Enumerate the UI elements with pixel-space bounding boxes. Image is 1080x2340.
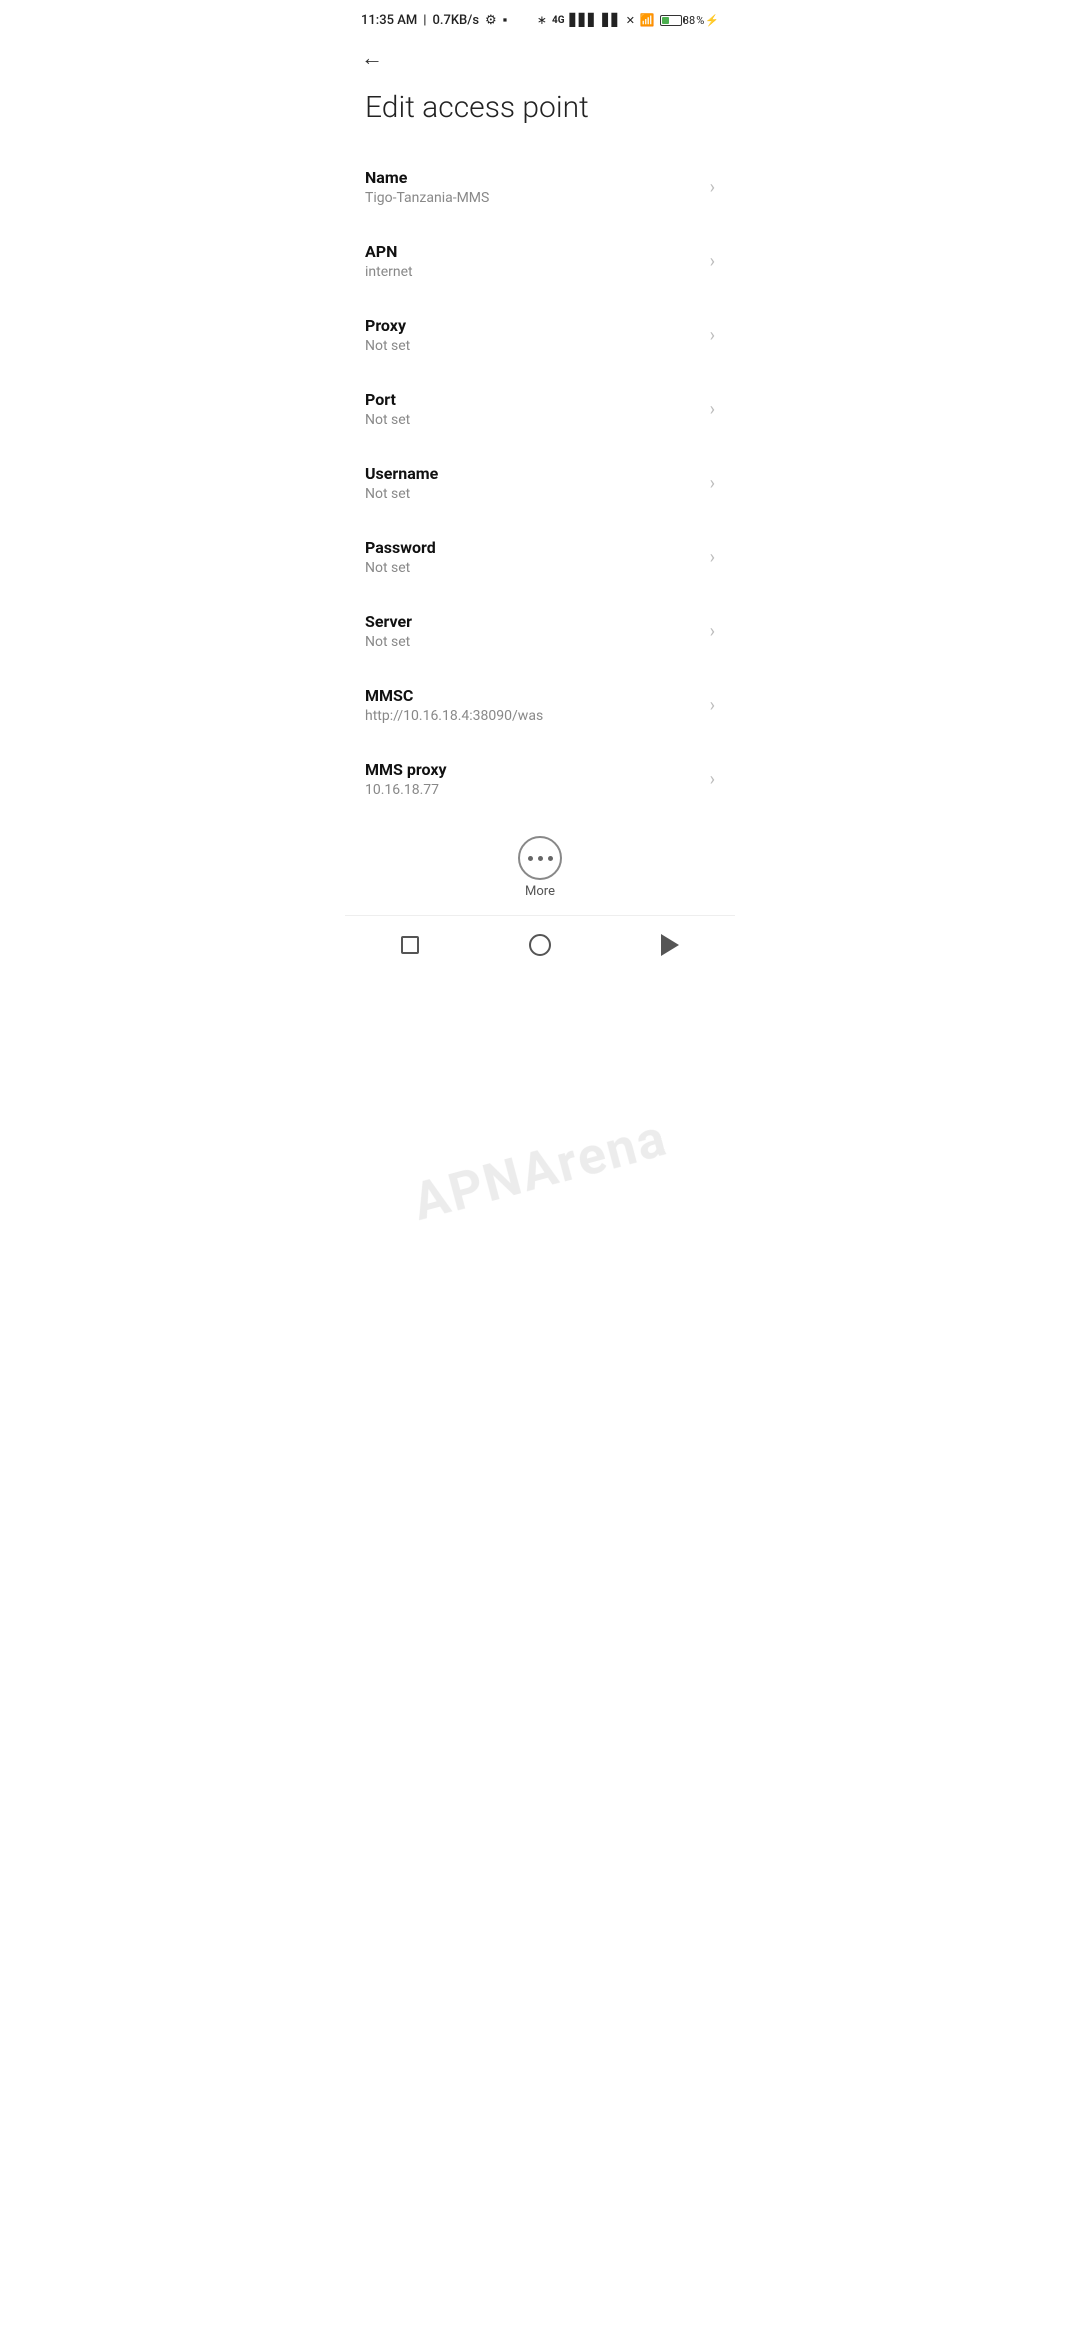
battery-status: 38 % ⚡ <box>660 14 719 27</box>
chevron-right-icon: › <box>710 547 715 568</box>
settings-list: Name Tigo-Tanzania-MMS › APN internet › … <box>345 150 735 816</box>
nav-home-button[interactable] <box>515 930 565 960</box>
back-button[interactable]: ← <box>361 48 383 70</box>
top-nav: ← <box>345 36 735 78</box>
back-arrow-icon: ← <box>361 48 383 70</box>
more-circle <box>518 836 562 880</box>
settings-item-mmsc[interactable]: MMSC http://10.16.18.4:38090/was › <box>345 668 735 742</box>
settings-item-port[interactable]: Port Not set › <box>345 372 735 446</box>
settings-item-content: MMSC http://10.16.18.4:38090/was <box>365 686 702 724</box>
separator: | <box>423 13 426 28</box>
settings-item-value: Not set <box>365 412 702 428</box>
signal-bars-icon: ▋▋▋ <box>570 13 598 27</box>
settings-item-label: Server <box>365 612 702 631</box>
more-dot-3 <box>548 856 553 861</box>
settings-item-content: Password Not set <box>365 538 702 576</box>
chevron-right-icon: › <box>710 399 715 420</box>
charging-icon: ⚡ <box>705 14 719 27</box>
more-label: More <box>525 884 555 899</box>
settings-item-label: Name <box>365 168 702 187</box>
video-icon: ▪ <box>503 12 508 28</box>
time: 11:35 AM <box>361 13 417 28</box>
bottom-nav <box>345 915 735 980</box>
chevron-right-icon: › <box>710 695 715 716</box>
wifi-icon: 📶 <box>640 13 655 27</box>
watermark: APNArena <box>406 1107 673 1233</box>
network-speed: 0.7KB/s <box>432 13 479 28</box>
chevron-right-icon: › <box>710 325 715 346</box>
more-section: More <box>345 816 735 915</box>
status-bar: 11:35 AM | 0.7KB/s ⚙ ▪ ∗ 4G ▋▋▋ ▋▋ ✕ 📶 3… <box>345 0 735 36</box>
signal-4g-icon: 4G <box>552 15 565 26</box>
settings-item-value: 10.16.18.77 <box>365 782 702 798</box>
settings-item-password[interactable]: Password Not set › <box>345 520 735 594</box>
back-icon <box>661 934 679 956</box>
settings-item-server[interactable]: Server Not set › <box>345 594 735 668</box>
status-left: 11:35 AM | 0.7KB/s ⚙ ▪ <box>361 12 507 28</box>
chevron-right-icon: › <box>710 769 715 790</box>
settings-item-content: Port Not set <box>365 390 702 428</box>
chevron-right-icon: › <box>710 473 715 494</box>
settings-item-content: Username Not set <box>365 464 702 502</box>
settings-item-label: MMS proxy <box>365 760 702 779</box>
settings-item-username[interactable]: Username Not set › <box>345 446 735 520</box>
chevron-right-icon: › <box>710 621 715 642</box>
settings-item-label: Username <box>365 464 702 483</box>
bluetooth-icon: ∗ <box>537 13 547 27</box>
x-signal-icon: ✕ <box>626 14 635 27</box>
settings-item-content: Proxy Not set <box>365 316 702 354</box>
settings-item-value: Not set <box>365 634 702 650</box>
settings-item-value: http://10.16.18.4:38090/was <box>365 708 702 724</box>
signal-bars2-icon: ▋▋ <box>602 13 620 27</box>
settings-item-content: MMS proxy 10.16.18.77 <box>365 760 702 798</box>
settings-item-label: MMSC <box>365 686 702 705</box>
battery-fill <box>662 17 669 24</box>
settings-item-mms-proxy[interactable]: MMS proxy 10.16.18.77 › <box>345 742 735 816</box>
nav-recents-button[interactable] <box>385 930 435 960</box>
status-right: ∗ 4G ▋▋▋ ▋▋ ✕ 📶 38 % ⚡ <box>537 13 719 27</box>
settings-item-label: Port <box>365 390 702 409</box>
page-title-container: Edit access point <box>345 78 735 150</box>
chevron-right-icon: › <box>710 251 715 272</box>
chevron-right-icon: › <box>710 177 715 198</box>
settings-icon: ⚙ <box>485 13 497 28</box>
settings-item-value: internet <box>365 264 702 280</box>
more-button[interactable]: More <box>518 836 562 899</box>
settings-item-value: Not set <box>365 486 702 502</box>
settings-item-proxy[interactable]: Proxy Not set › <box>345 298 735 372</box>
settings-item-value: Tigo-Tanzania-MMS <box>365 190 702 206</box>
settings-item-value: Not set <box>365 560 702 576</box>
more-dot-1 <box>528 856 533 861</box>
settings-item-label: APN <box>365 242 702 261</box>
page-title: Edit access point <box>365 90 715 126</box>
settings-item-content: Name Tigo-Tanzania-MMS <box>365 168 702 206</box>
more-dots <box>528 856 553 861</box>
more-dot-2 <box>538 856 543 861</box>
settings-item-label: Password <box>365 538 702 557</box>
settings-item-content: Server Not set <box>365 612 702 650</box>
settings-item-name[interactable]: Name Tigo-Tanzania-MMS › <box>345 150 735 224</box>
battery-indicator <box>660 15 682 26</box>
settings-item-apn[interactable]: APN internet › <box>345 224 735 298</box>
nav-back-button[interactable] <box>645 930 695 960</box>
settings-item-label: Proxy <box>365 316 702 335</box>
home-icon <box>529 934 551 956</box>
settings-item-content: APN internet <box>365 242 702 280</box>
settings-item-value: Not set <box>365 338 702 354</box>
battery-percent-sign: % <box>696 14 704 27</box>
recents-icon <box>401 936 419 954</box>
